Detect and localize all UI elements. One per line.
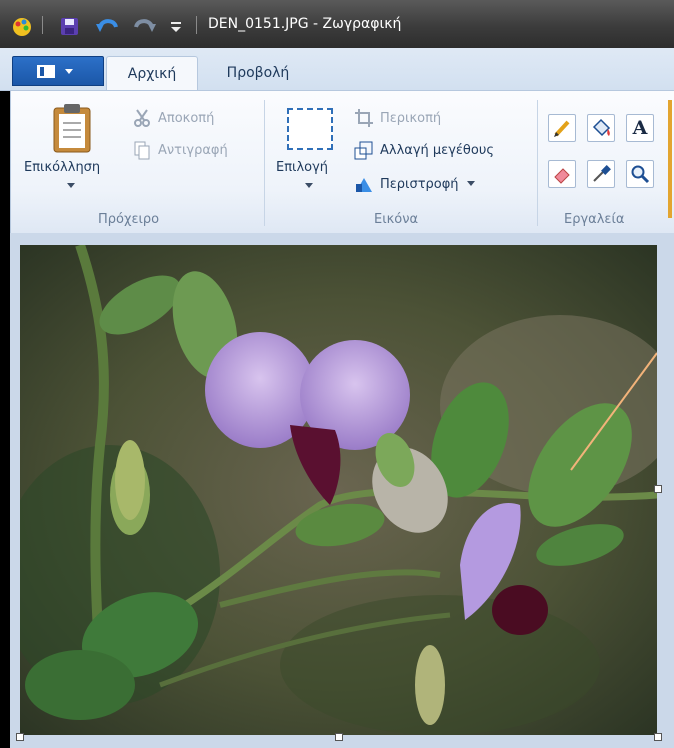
flower-photo xyxy=(20,245,657,735)
paint-menu-icon xyxy=(37,65,73,78)
resize-button[interactable]: Αλλαγή μεγέθους xyxy=(354,140,494,160)
group-separator xyxy=(264,100,265,226)
tab-view[interactable]: Προβολή xyxy=(210,56,306,89)
save-icon[interactable] xyxy=(58,14,82,38)
select-icon xyxy=(287,108,333,150)
resize-icon xyxy=(354,141,373,160)
text-tool-button[interactable]: A xyxy=(626,114,654,142)
resize-handle-right[interactable] xyxy=(654,485,662,493)
copy-button[interactable]: Αντιγραφή xyxy=(132,140,228,160)
copy-label: Αντιγραφή xyxy=(158,142,228,158)
select-button[interactable]: Επιλογή xyxy=(276,160,328,175)
fill-tool-button[interactable] xyxy=(587,114,615,142)
title-separator xyxy=(42,16,43,34)
paste-button[interactable]: Επικόλληση xyxy=(24,160,100,175)
eraser-tool-button[interactable] xyxy=(548,160,576,188)
image-group-label: Εικόνα xyxy=(374,212,419,227)
magnifier-tool-button[interactable] xyxy=(626,160,654,188)
chevron-down-icon[interactable] xyxy=(66,182,76,190)
text-icon: A xyxy=(632,117,648,139)
redo-icon[interactable] xyxy=(130,14,158,38)
resize-handle-corner[interactable] xyxy=(654,733,662,741)
paste-icon xyxy=(53,104,91,153)
scissors-icon xyxy=(134,109,150,127)
fill-bucket-icon xyxy=(592,118,611,137)
cut-label: Αποκοπή xyxy=(158,110,215,126)
crop-button[interactable]: Περικοπή xyxy=(354,108,441,128)
crop-icon xyxy=(355,109,373,127)
paint-app-icon[interactable] xyxy=(10,14,34,38)
pencil-tool-button[interactable] xyxy=(548,114,576,142)
color-picker-icon xyxy=(593,165,611,182)
group-separator xyxy=(537,100,538,226)
resize-handle-bottom[interactable] xyxy=(335,733,343,741)
tab-home[interactable]: Αρχική xyxy=(106,56,198,90)
chevron-down-icon[interactable] xyxy=(304,182,314,190)
title-separator xyxy=(196,16,197,34)
rotate-icon xyxy=(356,178,372,192)
pencil-icon xyxy=(554,120,570,137)
next-group-edge xyxy=(668,100,672,218)
crop-label: Περικοπή xyxy=(380,110,442,126)
undo-icon[interactable] xyxy=(94,14,122,38)
customize-quick-access-icon[interactable] xyxy=(168,14,184,38)
rotate-button[interactable]: Περιστροφή xyxy=(354,174,477,194)
magnifier-icon xyxy=(631,165,650,184)
cut-button[interactable]: Αποκοπή xyxy=(132,108,214,128)
color-picker-tool-button[interactable] xyxy=(587,160,615,188)
tools-group-label: Εργαλεία xyxy=(564,212,625,227)
window-title: DEN_0151.JPG - Ζωγραφική xyxy=(208,16,402,32)
window-left-edge xyxy=(0,233,10,748)
resize-handle-bottom-left xyxy=(16,733,24,741)
rotate-label: Περιστροφή xyxy=(380,176,459,192)
copy-icon xyxy=(134,141,150,160)
resize-label: Αλλαγή μεγέθους xyxy=(380,142,494,158)
paint-menu-button[interactable] xyxy=(12,56,104,86)
eraser-icon xyxy=(554,168,570,184)
chevron-down-icon xyxy=(466,181,475,186)
clipboard-group-label: Πρόχειρο xyxy=(98,212,160,227)
canvas-image[interactable] xyxy=(20,245,657,735)
title-bar: DEN_0151.JPG - Ζωγραφική xyxy=(0,0,674,48)
